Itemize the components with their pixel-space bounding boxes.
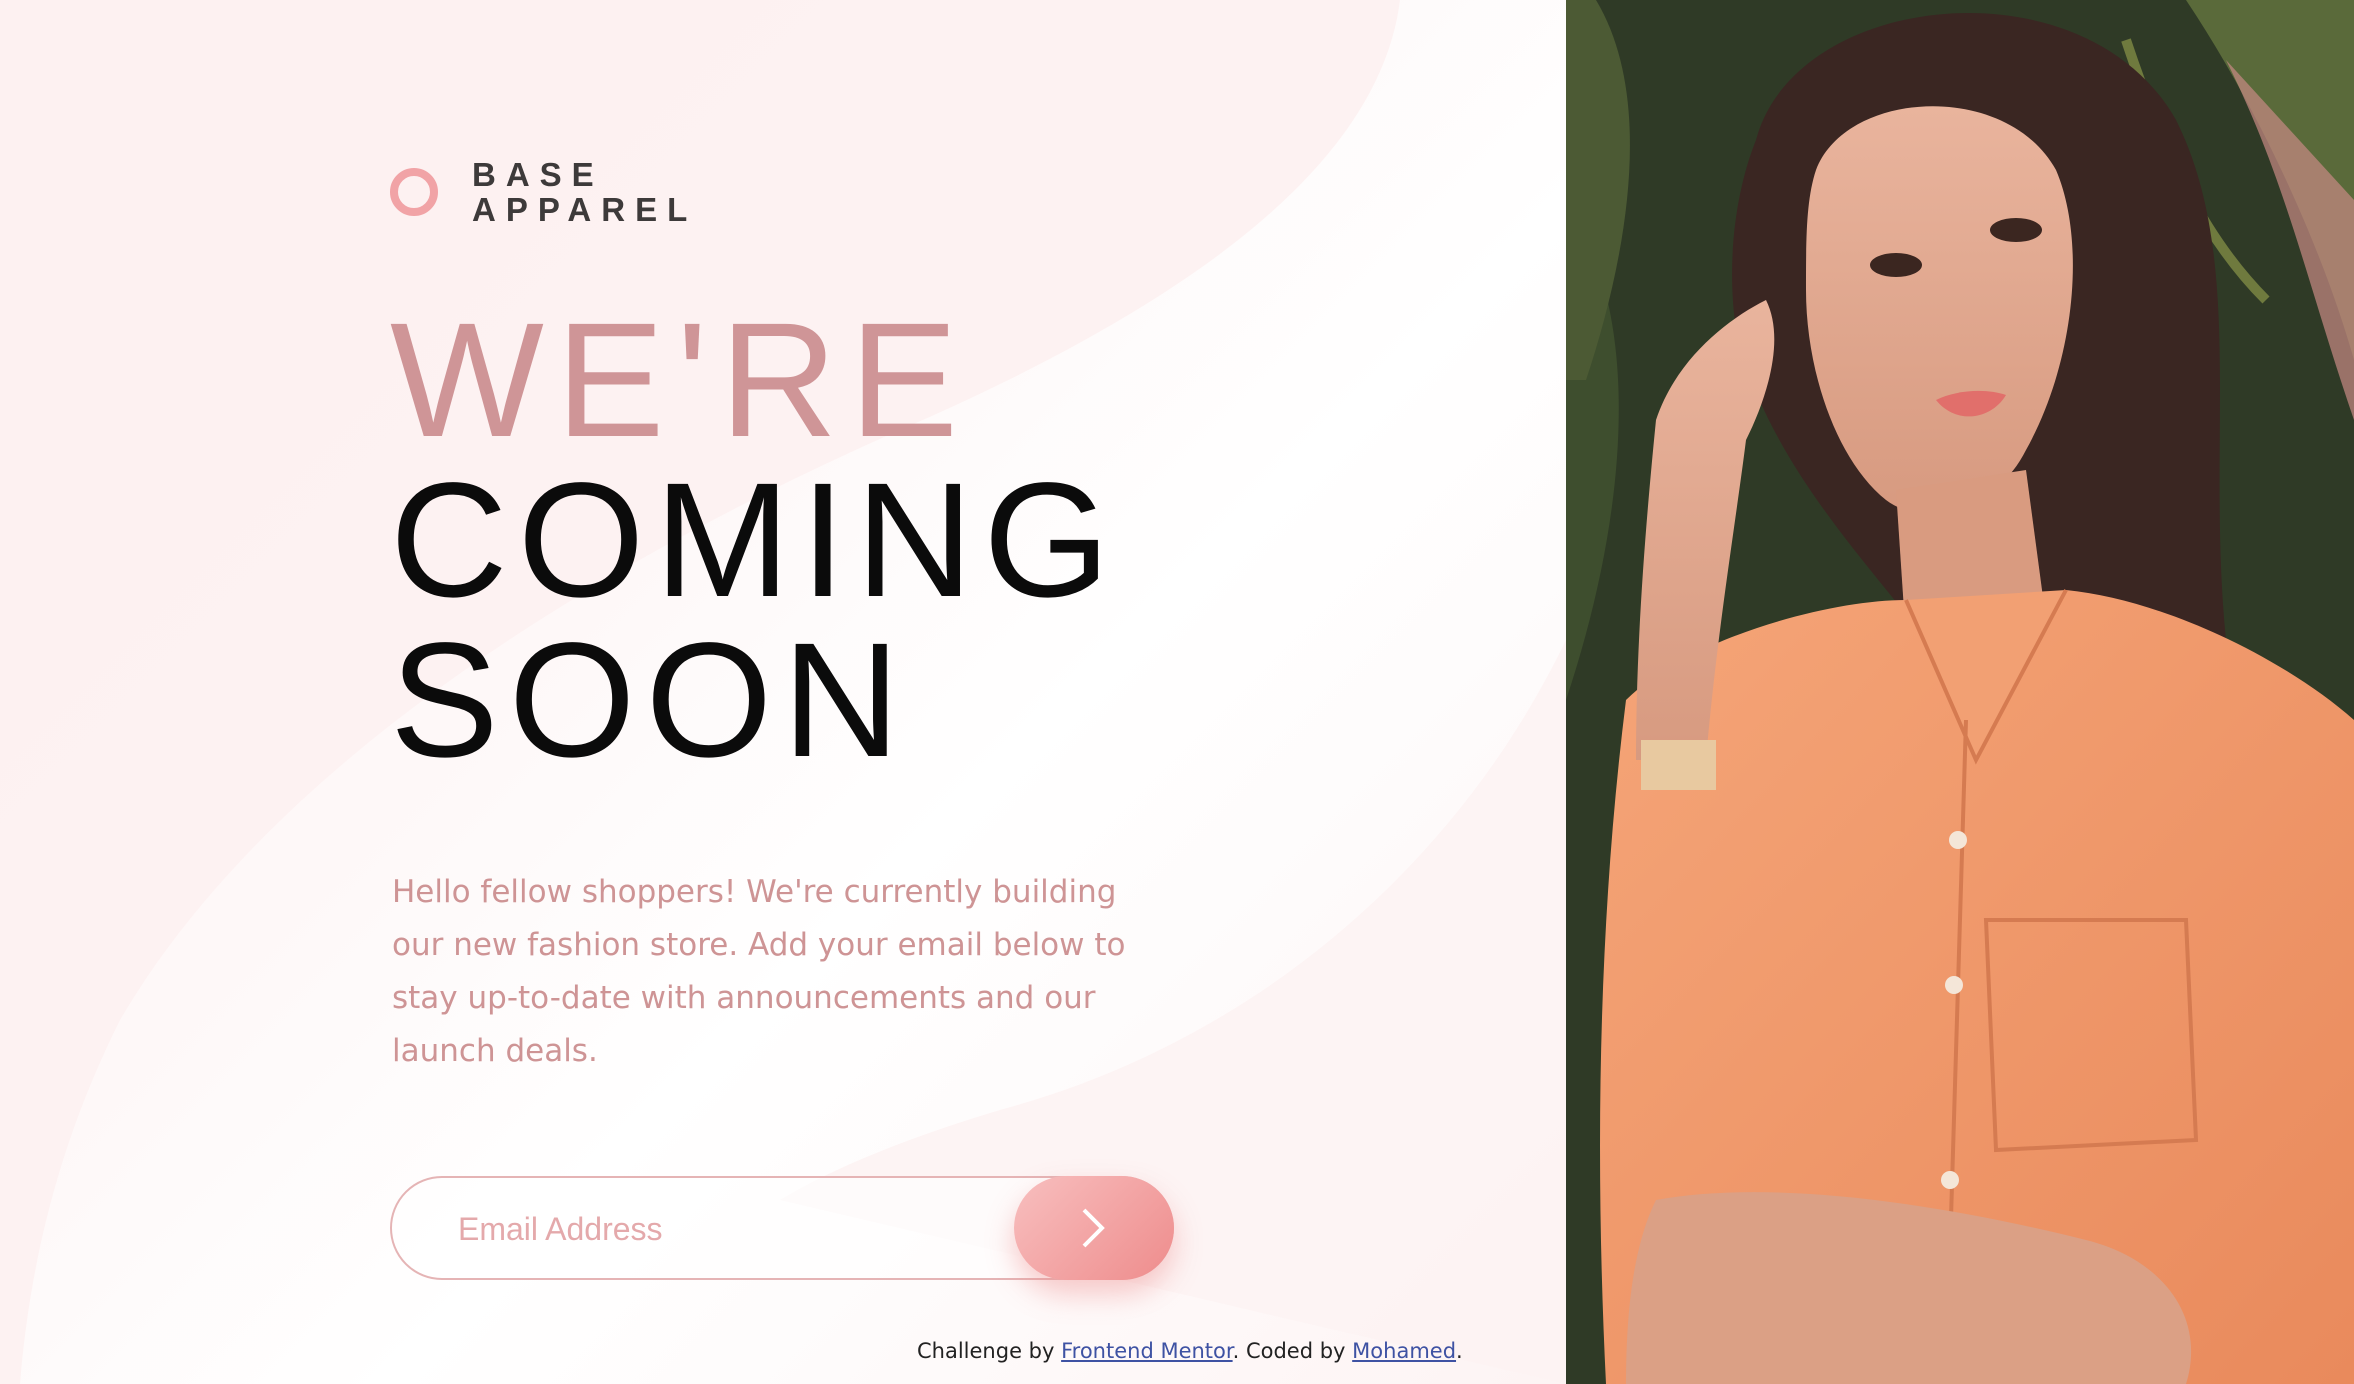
frontend-mentor-link[interactable]: Frontend Mentor: [1061, 1339, 1233, 1363]
attribution: Challenge by Frontend Mentor. Coded by M…: [917, 1339, 1463, 1363]
chevron-right-icon: [1082, 1208, 1105, 1248]
brand-line-1: BASE: [472, 156, 604, 193]
attribution-prefix: Challenge by: [917, 1339, 1062, 1363]
hero-line-2: COMING: [390, 448, 1121, 631]
submit-button[interactable]: [1014, 1176, 1174, 1280]
brand-name: BASE APPAREL: [472, 157, 697, 227]
logo-ring-icon: [390, 168, 438, 216]
brand-logo: BASE APPAREL: [390, 157, 697, 227]
hero-line-3: SOON: [390, 608, 911, 791]
hero-line-1: WE'RE: [390, 288, 971, 471]
email-input[interactable]: [456, 1178, 980, 1280]
email-form: [390, 1176, 1174, 1280]
attribution-middle: . Coded by: [1232, 1339, 1353, 1363]
hero-heading: WE'RE COMING SOON: [390, 288, 1121, 791]
hero-photo: [1566, 0, 2354, 1384]
author-link[interactable]: Mohamed: [1352, 1339, 1456, 1363]
attribution-suffix: .: [1456, 1339, 1463, 1363]
description-text: Hello fellow shoppers! We're currently b…: [392, 874, 1126, 1069]
content-panel: BASE APPAREL WE'RE COMING SOON Hello fel…: [0, 0, 1566, 1384]
brand-line-2: APPAREL: [472, 191, 698, 228]
model-photo-illustration: [1566, 0, 2354, 1384]
